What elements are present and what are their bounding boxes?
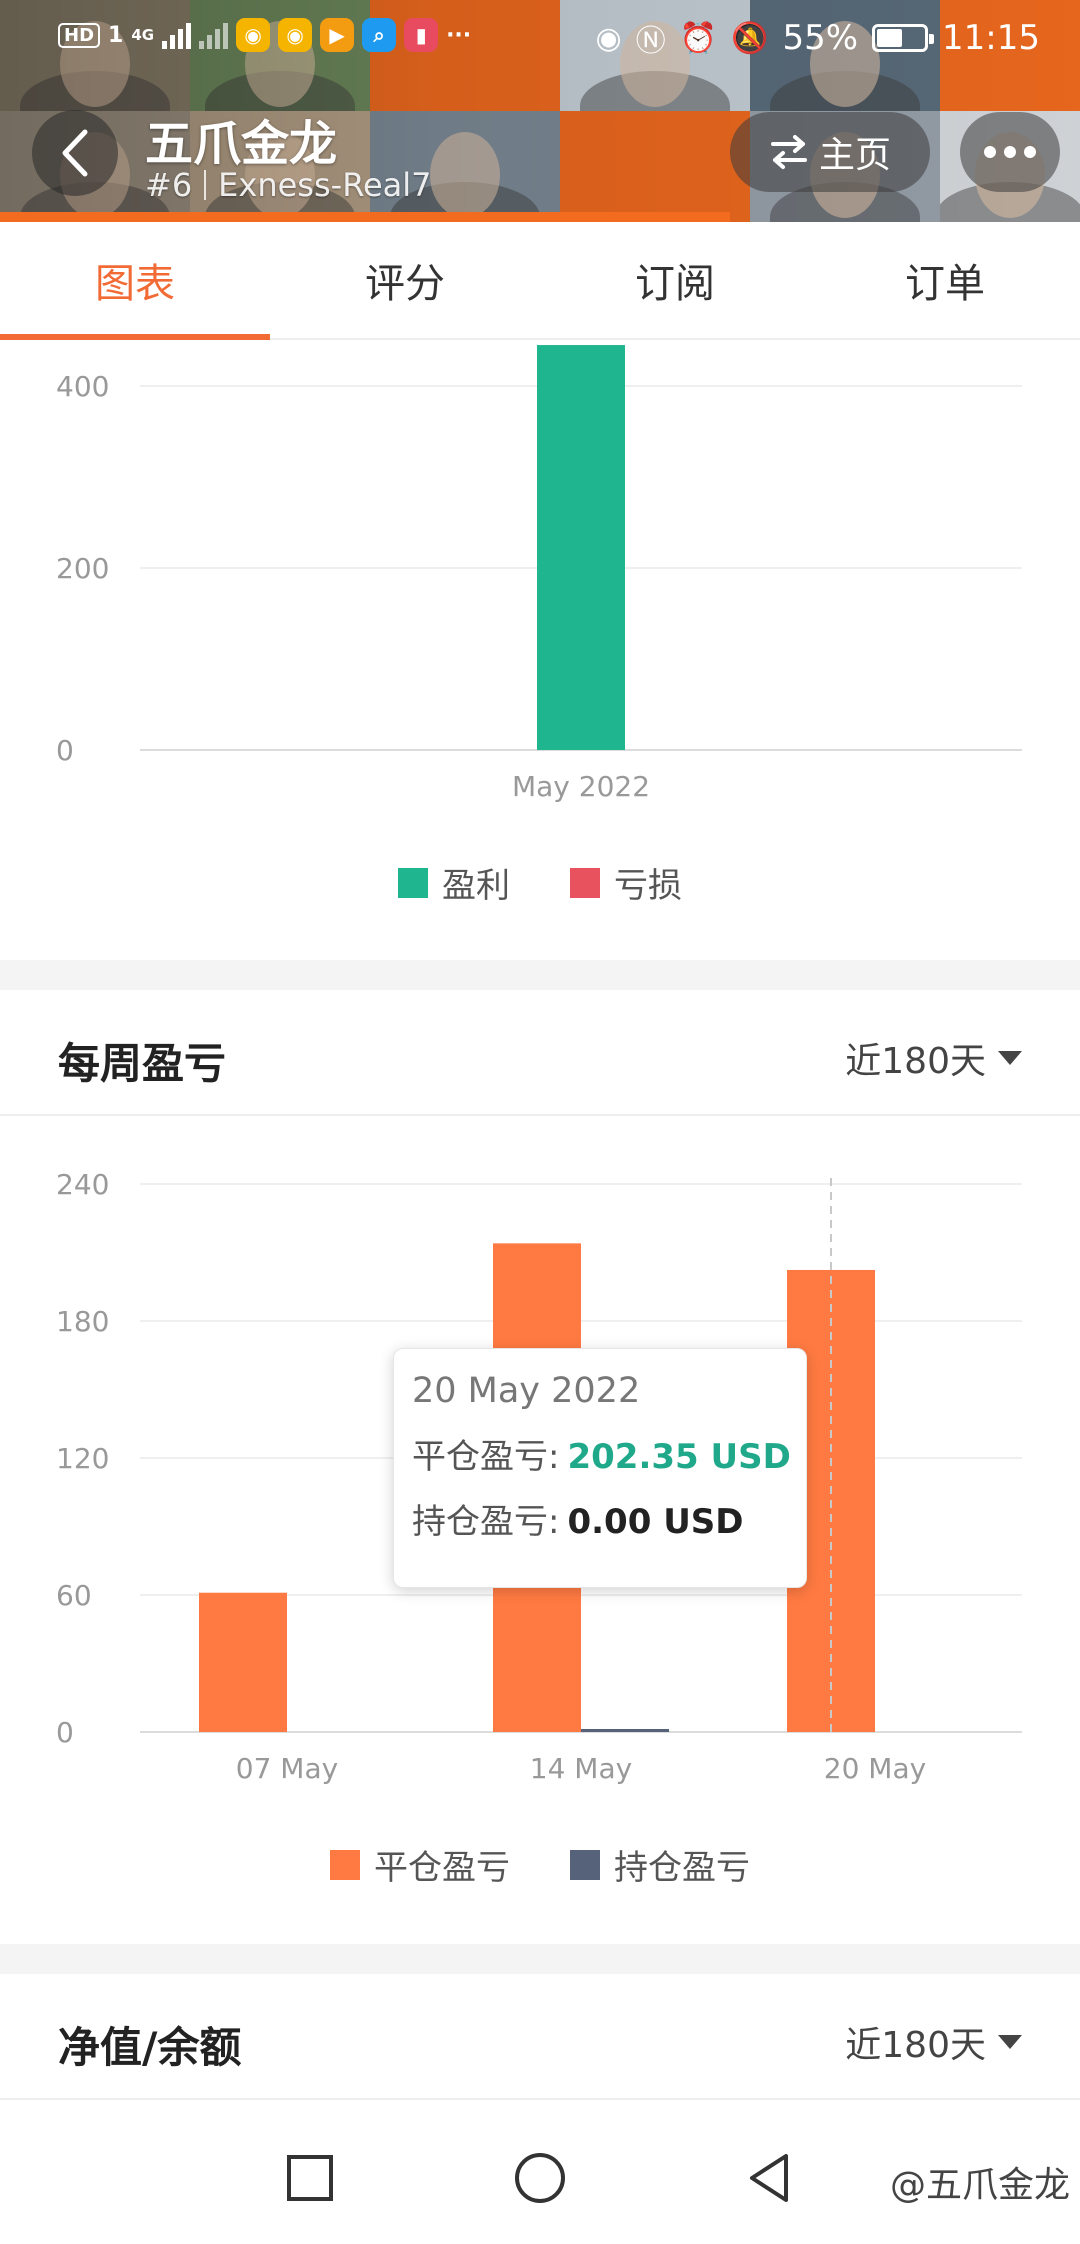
header-orange-strip: [0, 212, 730, 222]
battery-percent: 55%: [782, 18, 859, 58]
y-tick-label: 200: [56, 552, 109, 585]
equity-header: 净值/余额 近180天: [0, 1974, 1080, 2100]
y-tick-label: 60: [56, 1579, 92, 1612]
system-nav-bar: @五爪金龙: [0, 2110, 1080, 2244]
legend-loss-label: 亏损: [614, 866, 682, 906]
tooltip-date: 20 May 2022: [412, 1371, 641, 1411]
y-tick-label: 240: [56, 1168, 109, 1201]
home-button[interactable]: 主页: [730, 112, 930, 192]
y-tick-label: 120: [56, 1442, 109, 1475]
profit-bar: [537, 345, 625, 750]
legend-loss[interactable]: 亏损: [570, 858, 682, 907]
more-dots-icon: [984, 146, 996, 158]
open-pl-swatch: [570, 1849, 600, 1880]
tooltip-open-label: 持仓盈亏:: [412, 1502, 560, 1542]
divider: [204, 170, 207, 200]
back-arrow-icon: [62, 129, 88, 177]
closed-pl-bar: [199, 1592, 287, 1732]
legend-open-pl-label: 持仓盈亏: [614, 1848, 750, 1888]
account-info: #6 Exness-Real7: [145, 166, 432, 204]
weekly-pl-header: 每周盈亏 近180天: [0, 990, 1080, 1116]
account-label: Exness-Real7: [218, 166, 432, 204]
status-left: HD 1 4G ◉ ◉ ▶ ⌕ ▮ ···: [58, 18, 471, 52]
swap-arrows-icon: [770, 135, 807, 169]
more-button[interactable]: [960, 112, 1060, 192]
caret-down-icon: [998, 2035, 1022, 2049]
clock: 11:15: [942, 18, 1040, 58]
hd-badge: HD: [58, 22, 101, 48]
equity-period-dropdown[interactable]: 近180天: [845, 2016, 1022, 2068]
battery-icon: [872, 24, 935, 52]
weibo-icon: ◉: [236, 18, 271, 52]
section-separator-2: [0, 1944, 1080, 1974]
loss-swatch: [570, 867, 600, 898]
legend-profit[interactable]: 盈利: [398, 858, 510, 907]
tab-orders[interactable]: 订单: [810, 222, 1080, 338]
y-tick-label: 400: [56, 370, 109, 403]
nfc-icon: Ⓝ: [635, 24, 666, 59]
closed-pl-swatch: [330, 1849, 360, 1880]
sim-slot: 1: [108, 22, 124, 48]
tooltip-closed-row: 平仓盈亏: 202.35 USD: [412, 1429, 791, 1478]
x-tick-label: 20 May: [824, 1752, 926, 1785]
tab-chart[interactable]: 图表: [0, 222, 270, 340]
weekly-pl-title: 每周盈亏: [58, 1039, 227, 1088]
dot: [1024, 146, 1036, 158]
profit-swatch: [398, 867, 428, 898]
section-separator: [0, 960, 1080, 990]
monthly-pl-chart: 0 200 400 May 2022: [56, 345, 1022, 803]
tooltip-open-value: 0.00 USD: [567, 1502, 744, 1542]
x-tick-label: May 2022: [512, 770, 650, 803]
x-tick-label: 14 May: [530, 1752, 632, 1785]
triangle-back-icon[interactable]: [740, 2148, 800, 2208]
video-app-icon: ▶: [320, 18, 355, 52]
legend-closed-pl-label: 平仓盈亏: [374, 1848, 510, 1888]
tab-subscribe[interactable]: 订阅: [540, 222, 810, 338]
x-tick-label: 07 May: [236, 1752, 338, 1785]
weekly-legend: 平仓盈亏 持仓盈亏: [0, 1840, 1080, 1889]
tooltip-closed-value: 202.35 USD: [567, 1437, 791, 1477]
chart-tooltip: 20 May 2022 平仓盈亏: 202.35 USD 持仓盈亏: 0.00 US…: [393, 1348, 807, 1588]
mute-bell-icon: 🔕: [731, 20, 769, 56]
circle-home-icon[interactable]: [510, 2148, 570, 2208]
legend-profit-label: 盈利: [442, 866, 510, 906]
home-button-label: 主页: [818, 135, 891, 176]
equity-title: 净值/余额: [58, 2023, 242, 2072]
square-recents-icon[interactable]: [280, 2148, 340, 2208]
status-bar: HD 1 4G ◉ ◉ ▶ ⌕ ▮ ··· ◉ Ⓝ ⏰ 🔕 55% 11:15: [0, 0, 1080, 80]
signal-2-icon: [199, 21, 229, 49]
equity-period-label: 近180天: [845, 2025, 986, 2066]
network-type: 4G: [131, 26, 155, 44]
y-tick-label: 0: [56, 1716, 74, 1749]
dot: [1004, 146, 1016, 158]
alarm-icon: ⏰: [679, 20, 718, 56]
reader-app-icon: ▮: [404, 18, 439, 52]
tab-bar: 图表 评分 订阅 订单: [0, 222, 1080, 340]
signal-icon: [162, 21, 192, 49]
watermark: @五爪金龙: [889, 2165, 1070, 2206]
monthly-legend: 盈利 亏损: [0, 858, 1080, 907]
y-tick-label: 0: [56, 734, 74, 767]
search-app-icon: ⌕: [362, 18, 397, 52]
weibo-2-icon: ◉: [278, 18, 313, 52]
rank-label: #6: [145, 166, 193, 204]
legend-open-pl[interactable]: 持仓盈亏: [570, 1840, 750, 1889]
tooltip-open-row: 持仓盈亏: 0.00 USD: [412, 1494, 788, 1543]
trader-name: 五爪金龙: [145, 116, 338, 172]
y-tick-label: 180: [56, 1305, 109, 1338]
open-pl-bar: [581, 1729, 669, 1732]
back-button[interactable]: [32, 110, 118, 196]
caret-down-icon: [998, 1051, 1022, 1065]
status-right: ◉ Ⓝ ⏰ 🔕 55% 11:15: [596, 16, 1040, 60]
legend-closed-pl[interactable]: 平仓盈亏: [330, 1840, 510, 1889]
eye-icon: ◉: [595, 20, 622, 56]
more-notifications-icon: ···: [446, 22, 472, 48]
tab-rating[interactable]: 评分: [270, 222, 540, 338]
profile-header: HD 1 4G ◉ ◉ ▶ ⌕ ▮ ··· ◉ Ⓝ ⏰ 🔕 55% 11:15 …: [0, 0, 1080, 222]
weekly-period-label: 近180天: [845, 1041, 986, 1082]
tooltip-closed-label: 平仓盈亏:: [412, 1437, 560, 1477]
weekly-period-dropdown[interactable]: 近180天: [845, 1032, 1022, 1084]
